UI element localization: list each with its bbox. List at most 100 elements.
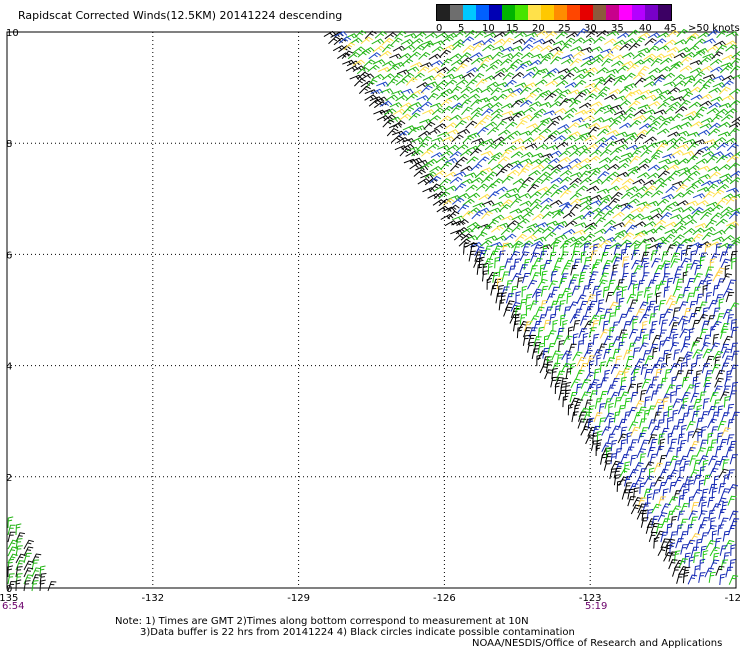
wind-barb: [681, 176, 694, 184]
wind-barb: [625, 224, 638, 234]
wind-barb: [544, 92, 557, 101]
wind-barb: [719, 251, 728, 262]
wind-barb: [500, 102, 514, 109]
wind-barb: [694, 222, 708, 229]
wind-barb: [729, 88, 740, 96]
wind-barb: [39, 579, 46, 592]
wind-barb: [573, 258, 581, 270]
wind-barb: [594, 91, 608, 100]
wind-barb: [705, 292, 713, 304]
wind-barb: [420, 173, 433, 179]
wind-barb: [405, 93, 418, 102]
wind-barb: [675, 106, 688, 114]
wind-barb: [731, 381, 739, 394]
wind-barb: [645, 243, 652, 256]
wind-barb: [691, 233, 704, 243]
wind-barb: [716, 183, 730, 192]
wind-barb: [722, 459, 730, 471]
wind-barb: [689, 59, 703, 66]
wind-barb: [695, 199, 709, 206]
wind-barb: [455, 63, 468, 72]
wind-barb: [640, 190, 653, 199]
wind-barb: [658, 329, 667, 340]
wind-barb: [623, 262, 630, 275]
wind-barb: [519, 200, 533, 207]
wind-barb: [15, 579, 22, 592]
wind-barb: [616, 65, 629, 73]
wind-barb: [524, 143, 538, 149]
wind-barb: [612, 233, 625, 242]
wind-barb: [441, 105, 454, 114]
wind-barb: [699, 56, 712, 65]
wind-barb: [652, 489, 660, 500]
wind-barb: [661, 193, 675, 200]
wind-barb: [450, 163, 462, 172]
wind-barb: [504, 233, 517, 241]
wind-barb: [554, 382, 561, 395]
wind-barb: [574, 79, 587, 88]
wind-barb: [710, 114, 723, 123]
wind-barb: [712, 350, 724, 361]
wind-barb: [688, 479, 694, 492]
wind-barb: [618, 86, 632, 94]
wind-barb: [578, 277, 585, 289]
wind-barb: [474, 170, 487, 179]
wind-barb: [688, 101, 702, 109]
wind-barb: [565, 368, 573, 380]
wind-barb: [506, 220, 520, 228]
wind-barb: [710, 439, 718, 451]
wind-barb: [349, 37, 363, 45]
wind-barb: [382, 73, 395, 81]
wind-barb: [429, 102, 443, 108]
wind-barb: [465, 184, 478, 192]
wind-barb: [634, 77, 647, 86]
wind-barb: [664, 263, 671, 275]
wind-barb: [407, 126, 420, 136]
wind-barb: [588, 360, 595, 373]
wind-barb: [461, 72, 475, 79]
wind-barb: [683, 460, 691, 472]
wind-barb: [594, 217, 606, 226]
wind-barb: [410, 38, 424, 46]
wind-barb: [472, 202, 486, 208]
wind-barb: [723, 552, 731, 564]
wind-barb: [710, 204, 724, 212]
wind-barb: [729, 65, 740, 74]
wind-barb: [710, 212, 723, 221]
wind-barb: [672, 285, 683, 296]
wind-barb: [562, 319, 568, 332]
wind-barb: [549, 150, 563, 157]
wind-barb: [662, 175, 675, 184]
wind-barb: [593, 368, 601, 380]
wind-barb: [699, 558, 706, 571]
wind-barb: [582, 210, 595, 219]
wind-barb: [416, 95, 430, 101]
wind-barb: [653, 537, 660, 549]
wind-barb: [527, 183, 539, 193]
wind-barb: [408, 51, 421, 60]
y-tick-label: 8: [6, 139, 12, 150]
wind-barb: [663, 81, 677, 87]
wind-barb: [719, 517, 729, 528]
wind-barb: [621, 52, 635, 59]
wind-barb: [589, 314, 600, 325]
wind-barb: [683, 78, 696, 87]
wind-barb: [653, 38, 667, 46]
wind-barb: [597, 163, 611, 171]
wind-barb: [722, 234, 735, 242]
wind-barb: [682, 571, 690, 584]
wind-barb: [457, 128, 471, 135]
wind-barb: [364, 94, 378, 101]
wind-barb: [578, 163, 592, 171]
wind-barb: [723, 224, 736, 233]
wind-barb: [523, 106, 536, 114]
wind-barb: [664, 105, 677, 114]
wind-barb: [619, 122, 632, 129]
x-tick-label: -120: [725, 593, 740, 604]
wind-barb: [708, 87, 722, 94]
wind-barb: [521, 227, 535, 234]
wind-barb: [498, 203, 512, 212]
wind-barb: [667, 405, 674, 418]
wind-barb: [632, 318, 639, 331]
wind-barb: [573, 320, 581, 331]
